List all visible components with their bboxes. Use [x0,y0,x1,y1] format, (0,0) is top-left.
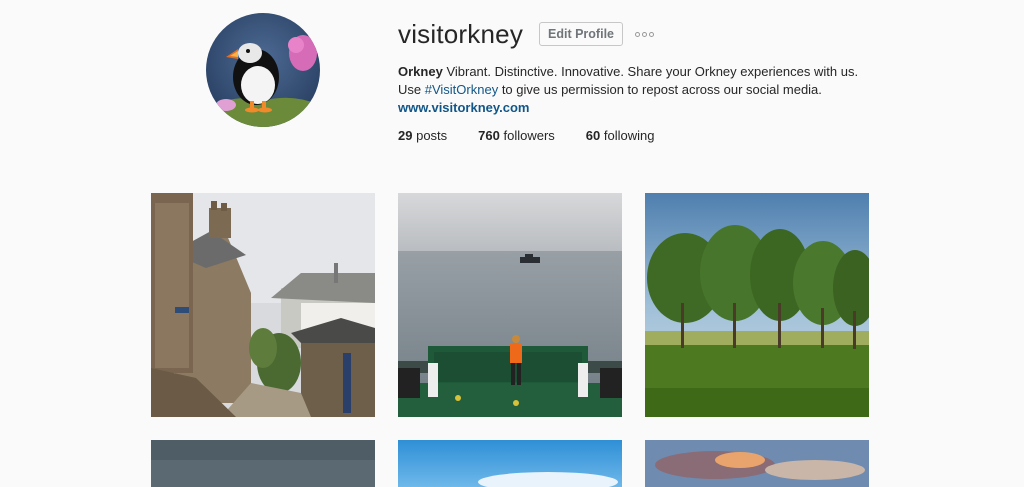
profile-header: visitorkney Edit Profile Orkney Vibrant.… [398,18,918,144]
dot-icon [649,31,654,37]
bio-name: Orkney [398,64,443,79]
ferry-photo [398,193,622,417]
stat-following[interactable]: 60 following [586,128,655,143]
post-thumbnail[interactable] [398,440,622,487]
stat-count: 29 [398,128,413,143]
bio-suffix: to give us permission to repost across o… [498,82,822,97]
title-row: visitorkney Edit Profile [398,18,918,50]
stat-count: 760 [478,128,500,143]
post-thumbnail[interactable] [151,193,375,417]
cloudy-sky-photo [151,440,375,487]
bio-line-2: Use #VisitOrkney to give us permission t… [398,81,918,99]
bio-text: Vibrant. Distinctive. Innovative. Share … [446,64,859,79]
post-thumbnail[interactable] [645,440,869,487]
trees-photo [645,193,869,417]
blue-sky-photo [398,440,622,487]
profile-avatar[interactable] [206,13,320,127]
stat-label: following [603,128,655,143]
website-link[interactable]: www.visitorkney.com [398,100,530,115]
dot-icon [642,31,647,37]
profile-username: visitorkney [398,18,524,49]
stat-followers[interactable]: 760 followers [478,128,555,143]
bio-prefix: Use [398,82,425,97]
stat-label: posts [416,128,448,143]
edit-profile-button[interactable]: Edit Profile [539,22,623,46]
dot-icon [635,31,640,37]
bio-line-3: www.visitorkney.com [398,99,918,117]
stat-posts[interactable]: 29 posts [398,128,447,143]
post-thumbnail[interactable] [645,193,869,417]
sunset-clouds-photo [645,440,869,487]
hashtag-link[interactable]: #VisitOrkney [425,82,498,97]
profile-stats: 29 posts 760 followers 60 following [398,128,918,143]
bio-line-1: Orkney Vibrant. Distinctive. Innovative.… [398,63,918,81]
stat-count: 60 [585,128,601,143]
post-thumbnail[interactable] [151,440,375,487]
more-options-icon[interactable] [635,28,654,41]
village-photo [151,193,375,417]
profile-bio: Orkney Vibrant. Distinctive. Innovative.… [398,63,918,117]
stat-label: followers [503,128,555,143]
puffin-icon [206,13,320,127]
post-thumbnail[interactable] [398,193,622,417]
